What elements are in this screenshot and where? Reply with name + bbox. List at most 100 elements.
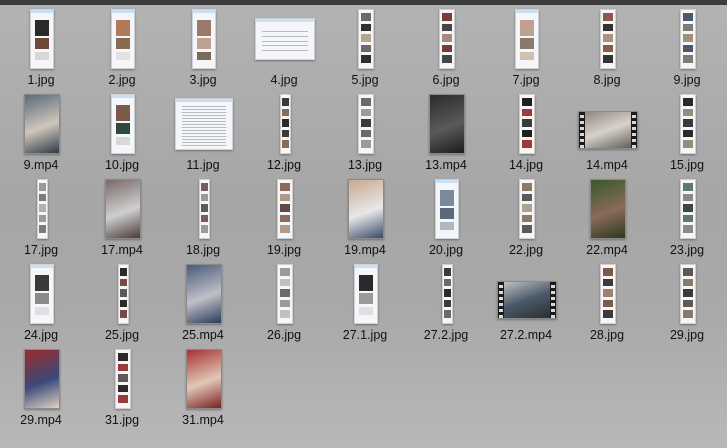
file-thumbnail — [485, 90, 567, 156]
file-thumbnail — [243, 175, 325, 241]
file-name-label: 17.mp4 — [101, 243, 143, 257]
file-item[interactable]: 17.mp4 — [81, 175, 163, 260]
file-name-label: 31.mp4 — [182, 413, 224, 427]
file-item[interactable]: 17.jpg — [0, 175, 82, 260]
file-item[interactable]: 14.jpg — [485, 90, 567, 175]
file-thumbnail — [566, 260, 648, 326]
file-thumbnail — [405, 90, 487, 156]
file-thumbnail — [81, 5, 163, 71]
file-item[interactable]: 14.mp4 — [566, 90, 648, 175]
file-thumbnail — [566, 90, 648, 156]
file-item[interactable]: 13.mp4 — [405, 90, 487, 175]
file-item[interactable]: 23.jpg — [646, 175, 727, 260]
file-item[interactable]: 20.jpg — [405, 175, 487, 260]
file-name-label: 22.jpg — [508, 243, 544, 257]
file-name-label: 29.jpg — [669, 328, 705, 342]
file-item[interactable]: 22.jpg — [485, 175, 567, 260]
file-thumbnail — [0, 345, 82, 411]
file-item[interactable]: 19.jpg — [243, 175, 325, 260]
file-thumbnail — [324, 5, 406, 71]
file-thumbnail — [162, 260, 244, 326]
file-name-label: 4.jpg — [270, 73, 298, 87]
file-name-label: 25.jpg — [104, 328, 140, 342]
file-thumbnail — [405, 260, 487, 326]
file-item[interactable]: 5.jpg — [324, 5, 406, 90]
file-name-label: 19.mp4 — [344, 243, 386, 257]
file-thumbnail — [405, 175, 487, 241]
file-item[interactable]: 8.jpg — [566, 5, 648, 90]
file-thumbnail — [485, 175, 567, 241]
file-name-label: 18.jpg — [185, 243, 221, 257]
file-item[interactable]: 28.jpg — [566, 260, 648, 345]
file-name-label: 14.jpg — [508, 158, 544, 172]
file-name-label: 19.jpg — [266, 243, 302, 257]
file-item[interactable]: 13.jpg — [324, 90, 406, 175]
file-item[interactable]: 25.mp4 — [162, 260, 244, 345]
file-thumbnail — [405, 5, 487, 71]
file-thumbnail — [243, 5, 325, 71]
file-grid: 1.jpg 2.jpg 3.jpg 4.jpg 5.jpg 6.jpg 7.jpg 8.jpg… — [0, 5, 727, 448]
file-item[interactable]: 10.jpg — [81, 90, 163, 175]
file-thumbnail — [485, 5, 567, 71]
file-item[interactable]: 27.2.mp4 — [485, 260, 567, 345]
file-thumbnail — [0, 260, 82, 326]
file-item[interactable]: 31.mp4 — [162, 345, 244, 430]
file-name-label: 5.jpg — [351, 73, 379, 87]
file-thumbnail — [162, 5, 244, 71]
file-name-label: 27.2.mp4 — [499, 328, 553, 342]
file-item[interactable]: 29.jpg — [646, 260, 727, 345]
file-item[interactable]: 7.jpg — [485, 5, 567, 90]
file-item[interactable]: 27.2.jpg — [405, 260, 487, 345]
file-name-label: 11.jpg — [186, 158, 220, 172]
file-item[interactable]: 22.mp4 — [566, 175, 648, 260]
file-thumbnail — [162, 345, 244, 411]
file-item[interactable]: 4.jpg — [243, 5, 325, 90]
file-thumbnail — [646, 260, 727, 326]
file-item[interactable]: 9.mp4 — [0, 90, 82, 175]
file-name-label: 12.jpg — [266, 158, 302, 172]
file-item[interactable]: 11.jpg — [162, 90, 244, 175]
file-name-label: 13.jpg — [347, 158, 383, 172]
file-item[interactable]: 19.mp4 — [324, 175, 406, 260]
file-name-label: 15.jpg — [669, 158, 705, 172]
file-item[interactable]: 18.jpg — [162, 175, 244, 260]
file-name-label: 2.jpg — [108, 73, 136, 87]
file-thumbnail — [566, 175, 648, 241]
file-thumbnail — [0, 90, 82, 156]
file-name-label: 31.jpg — [104, 413, 140, 427]
file-thumbnail — [81, 260, 163, 326]
file-thumbnail — [646, 5, 727, 71]
file-item[interactable]: 12.jpg — [243, 90, 325, 175]
file-thumbnail — [0, 175, 82, 241]
file-thumbnail — [243, 260, 325, 326]
file-thumbnail — [324, 260, 406, 326]
file-item[interactable]: 3.jpg — [162, 5, 244, 90]
file-item[interactable]: 25.jpg — [81, 260, 163, 345]
file-item[interactable]: 9.jpg — [646, 5, 727, 90]
file-name-label: 3.jpg — [189, 73, 217, 87]
file-item[interactable]: 27.1.jpg — [324, 260, 406, 345]
file-thumbnail — [324, 175, 406, 241]
file-thumbnail — [485, 260, 567, 326]
file-item[interactable]: 1.jpg — [0, 5, 82, 90]
file-thumbnail — [324, 90, 406, 156]
file-name-label: 10.jpg — [104, 158, 140, 172]
file-thumbnail — [81, 345, 163, 411]
file-item[interactable]: 6.jpg — [405, 5, 487, 90]
file-item[interactable]: 24.jpg — [0, 260, 82, 345]
file-thumbnail — [566, 5, 648, 71]
file-name-label: 23.jpg — [669, 243, 705, 257]
file-name-label: 9.jpg — [673, 73, 701, 87]
file-thumbnail — [646, 175, 727, 241]
file-item[interactable]: 31.jpg — [81, 345, 163, 430]
file-thumbnail — [81, 175, 163, 241]
file-thumbnail — [81, 90, 163, 156]
file-item[interactable]: 15.jpg — [646, 90, 727, 175]
file-item[interactable]: 2.jpg — [81, 5, 163, 90]
file-item[interactable]: 26.jpg — [243, 260, 325, 345]
file-item[interactable]: 29.mp4 — [0, 345, 82, 430]
file-thumbnail — [0, 5, 82, 71]
file-name-label: 25.mp4 — [182, 328, 224, 342]
file-name-label: 26.jpg — [266, 328, 302, 342]
file-name-label: 7.jpg — [512, 73, 540, 87]
